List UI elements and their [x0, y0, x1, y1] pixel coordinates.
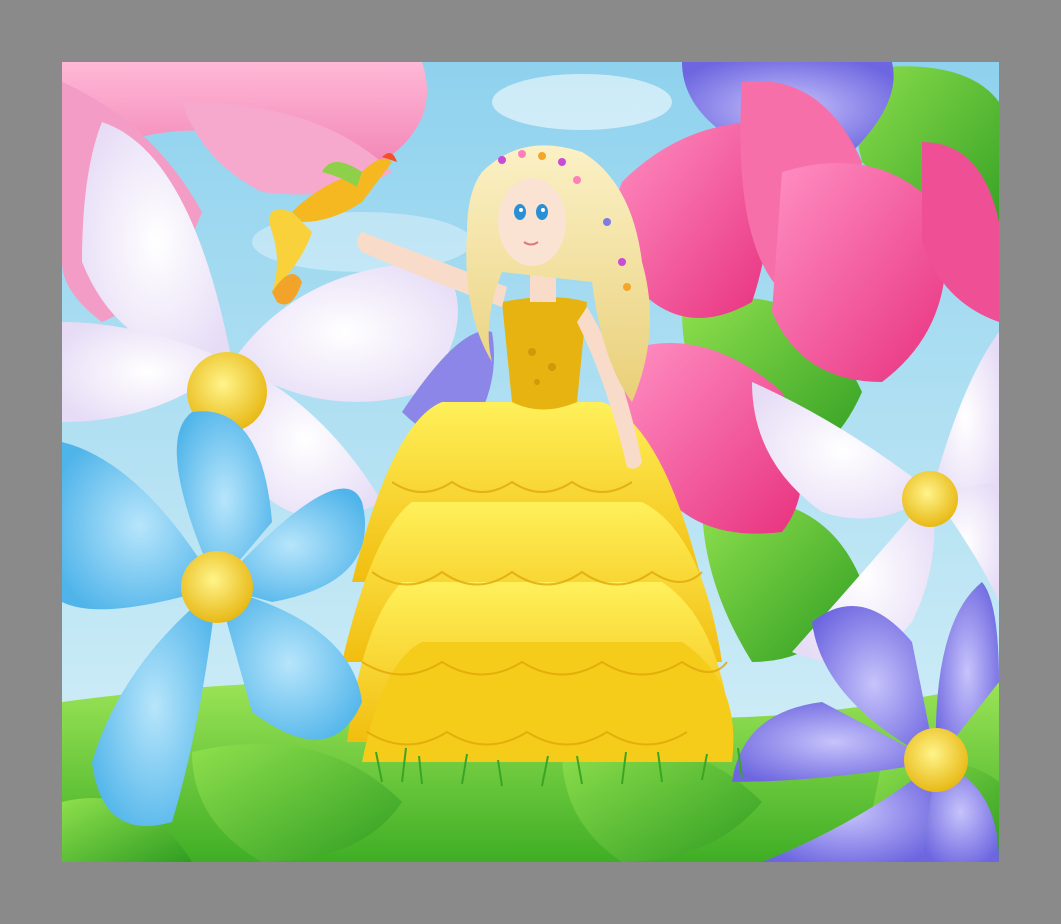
artwork-illustration — [62, 62, 999, 862]
cloud — [492, 74, 672, 130]
picture-frame-mat — [0, 0, 1061, 924]
artwork-canvas — [62, 62, 999, 862]
